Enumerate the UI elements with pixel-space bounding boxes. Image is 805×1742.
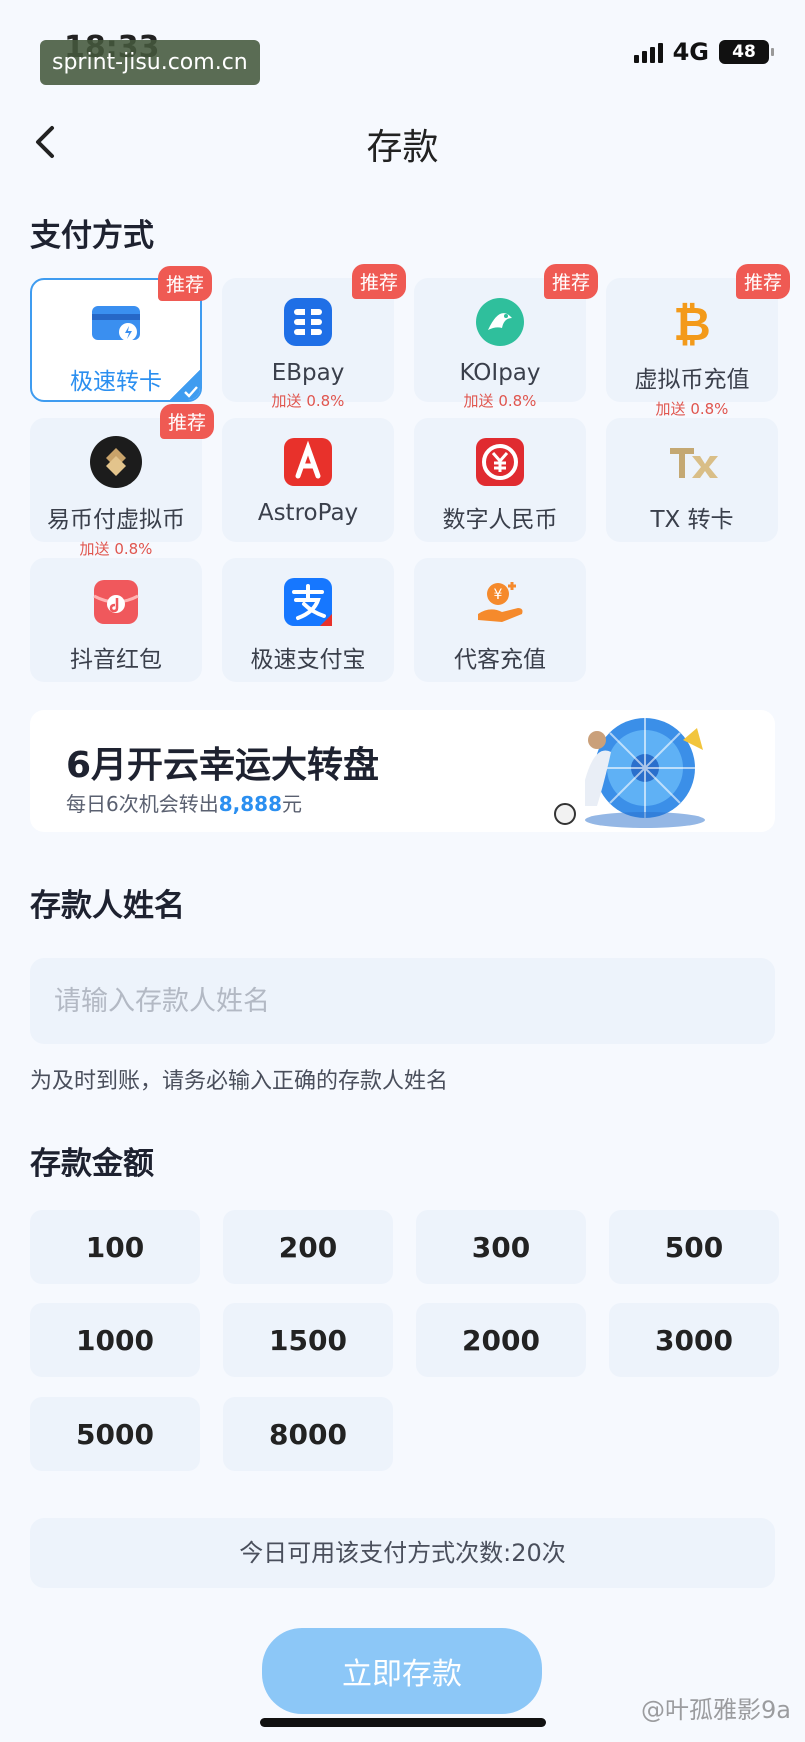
koi-fish-icon xyxy=(472,294,528,350)
digital-rmb-icon xyxy=(472,434,528,490)
amount-option[interactable]: 1000 xyxy=(30,1303,200,1377)
amount-section-title: 存款金额 xyxy=(30,1146,154,1182)
ebifu-icon xyxy=(88,434,144,490)
tx-logo-icon xyxy=(664,434,720,490)
banner-subtitle-prefix: 每日6次机会转出 xyxy=(66,792,219,816)
page-title: 存款 xyxy=(366,127,439,168)
amount-option[interactable]: 1500 xyxy=(223,1303,393,1377)
status-bar: 18:33 sprint-jisu.com.cn 4G 48 xyxy=(0,0,805,100)
depositor-name-input[interactable] xyxy=(30,958,775,1044)
bonus-text: 加送 0.8% xyxy=(463,392,537,410)
payment-method-label: AstroPay xyxy=(257,500,359,526)
amount-option[interactable]: 100 xyxy=(30,1210,200,1284)
recommend-badge: 推荐 xyxy=(735,264,790,299)
footer-watermark: @叶孤雅影9a xyxy=(641,1696,791,1724)
amount-option[interactable]: 200 xyxy=(223,1210,393,1284)
bonus-text: 加送 0.8% xyxy=(655,400,729,418)
network-type: 4G xyxy=(672,38,709,66)
douyin-redpacket-icon xyxy=(88,574,144,630)
lucky-wheel-illustration xyxy=(554,718,705,828)
payment-method-astropay[interactable]: AstroPay xyxy=(222,418,394,542)
ebpay-icon xyxy=(280,294,336,350)
amount-option[interactable]: 300 xyxy=(416,1210,586,1284)
bonus-text: 加送 0.8% xyxy=(79,540,153,558)
alipay-icon xyxy=(280,574,336,630)
signal-icon xyxy=(633,41,663,63)
watermark-overlay: sprint-jisu.com.cn xyxy=(40,40,260,85)
payment-method-label: 抖音红包 xyxy=(70,647,162,673)
payment-method-douyin-redpacket[interactable]: 抖音红包 xyxy=(30,558,202,682)
payment-method-koipay[interactable]: KOIpay 加送 0.8% 推荐 xyxy=(414,264,598,410)
payment-section-title: 支付方式 xyxy=(30,218,154,254)
agent-recharge-icon: ¥ xyxy=(472,574,528,630)
depositor-section-title: 存款人姓名 xyxy=(30,888,185,924)
amount-option[interactable]: 5000 xyxy=(30,1397,200,1471)
svg-text:¥: ¥ xyxy=(494,587,503,603)
amount-option[interactable]: 8000 xyxy=(223,1397,393,1471)
payment-method-label: 虚拟币充值 xyxy=(634,367,750,393)
banner-subtitle-suffix: 元 xyxy=(282,792,302,816)
payment-method-agent-recharge[interactable]: ¥ 代客充值 xyxy=(414,558,586,682)
banner-title: 6月开云幸运大转盘 xyxy=(66,745,380,786)
payment-method-label: 极速转卡 xyxy=(70,369,162,395)
payment-method-label: KOIpay xyxy=(459,360,541,386)
recommend-badge: 推荐 xyxy=(351,264,406,299)
payment-method-crypto[interactable]: ₿ 虚拟币充值 加送 0.8% 推荐 xyxy=(606,264,790,418)
payment-method-fast-card[interactable]: 极速转卡 推荐 xyxy=(30,266,212,402)
payment-method-label: 易币付虚拟币 xyxy=(47,507,185,533)
depositor-hint: 为及时到账，请务必输入正确的存款人姓名 xyxy=(30,1069,449,1094)
payment-method-label: 极速支付宝 xyxy=(250,647,366,673)
deposit-submit-button[interactable]: 立即存款 xyxy=(262,1628,542,1714)
payment-method-alipay[interactable]: 极速支付宝 xyxy=(222,558,394,682)
svg-text:₿: ₿ xyxy=(673,297,711,350)
payment-method-label: EBpay xyxy=(271,360,345,386)
fast-card-icon xyxy=(88,296,144,352)
recommend-badge: 推荐 xyxy=(157,266,212,301)
home-indicator xyxy=(260,1718,546,1727)
amount-option[interactable]: 500 xyxy=(609,1210,779,1284)
payment-method-label: TX 转卡 xyxy=(650,507,734,533)
banner-subtitle-amount: 8,888 xyxy=(218,792,282,816)
payment-method-label: 代客充值 xyxy=(454,647,546,673)
lucky-wheel-banner[interactable]: 6月开云幸运大转盘 每日6次机会转出8,888元 xyxy=(30,710,775,832)
astropay-icon xyxy=(280,434,336,490)
recommend-badge: 推荐 xyxy=(159,404,214,439)
payment-method-ebpay[interactable]: EBpay 加送 0.8% 推荐 xyxy=(222,264,406,410)
status-icons: 4G 48 xyxy=(633,38,774,66)
recommend-badge: 推荐 xyxy=(543,264,598,299)
payment-method-tx-card[interactable]: TX 转卡 xyxy=(606,418,778,542)
usage-count-text: 今日可用该支付方式次数:20次 xyxy=(30,1518,775,1588)
selected-check-icon xyxy=(170,370,200,400)
payment-method-label: 数字人民币 xyxy=(442,507,558,533)
payment-method-ebifu[interactable]: 易币付虚拟币 加送 0.8% 推荐 xyxy=(30,404,214,558)
bitcoin-icon: ₿ xyxy=(664,294,720,350)
banner-subtitle: 每日6次机会转出8,888元 xyxy=(66,788,302,817)
bonus-text: 加送 0.8% xyxy=(271,392,345,410)
payment-method-digital-rmb[interactable]: 数字人民币 xyxy=(414,418,586,542)
battery-icon: 48 xyxy=(719,40,774,64)
amount-option[interactable]: 2000 xyxy=(416,1303,586,1377)
amount-option[interactable]: 3000 xyxy=(609,1303,779,1377)
